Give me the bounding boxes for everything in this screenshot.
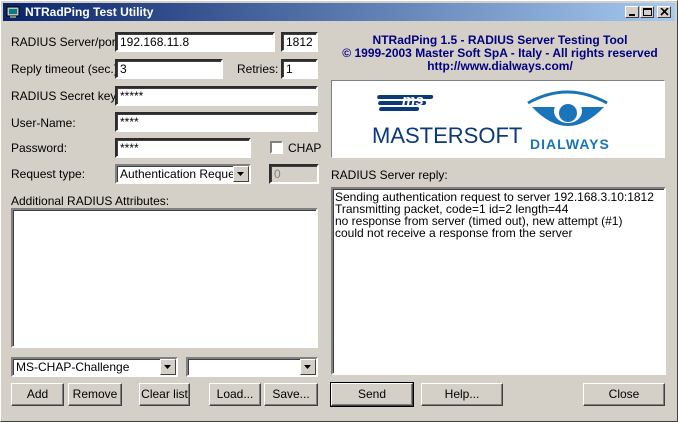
timeout-input[interactable]: 3 bbox=[115, 59, 223, 79]
app-icon bbox=[6, 6, 20, 18]
reply-label: RADIUS Server reply: bbox=[331, 168, 448, 182]
chevron-down-icon bbox=[164, 365, 171, 369]
request-type-dropdown-button[interactable] bbox=[233, 166, 249, 182]
request-type-label: Request type: bbox=[11, 167, 86, 181]
maximize-button[interactable] bbox=[640, 6, 654, 18]
retries-input[interactable]: 1 bbox=[281, 59, 318, 79]
ms-logo-text: ms bbox=[402, 92, 424, 109]
secret-label: RADIUS Secret key: bbox=[11, 89, 120, 103]
password-input[interactable]: **** bbox=[115, 138, 251, 158]
reply-output[interactable]: Sending authentication request to server… bbox=[331, 187, 666, 375]
attributes-list[interactable] bbox=[11, 208, 318, 348]
timeout-label: Reply timeout (sec.): bbox=[11, 62, 122, 76]
add-button[interactable]: Add bbox=[11, 383, 64, 406]
reply-line: could not receive a response from the se… bbox=[335, 226, 573, 240]
mastersoft-logo-text: MASTERSOFT bbox=[372, 123, 522, 148]
attribute-name-dropdown-button[interactable] bbox=[160, 359, 176, 375]
attribute-value-dropdown-button[interactable] bbox=[300, 359, 316, 375]
website-link[interactable]: http://www.dialways.com/ bbox=[331, 59, 669, 73]
close-button[interactable]: Close bbox=[583, 383, 665, 406]
dialways-logo-text: DIALWAYS bbox=[530, 136, 610, 152]
help-button[interactable]: Help... bbox=[421, 383, 503, 406]
attribute-name-value: MS-CHAP-Challenge bbox=[16, 360, 130, 374]
copyright-text: © 1999-2003 Master Soft SpA - Italy - Al… bbox=[342, 46, 658, 60]
request-type-value: Authentication Request bbox=[120, 167, 245, 181]
logo-panel: ms MASTERSOFT DIALWAYS bbox=[331, 80, 665, 158]
dialways-logo: DIALWAYS bbox=[527, 90, 610, 152]
mastersoft-dialways-logos: ms MASTERSOFT DIALWAYS bbox=[372, 90, 610, 152]
chap-label: CHAP bbox=[288, 141, 322, 155]
close-icon bbox=[660, 8, 669, 16]
remove-button[interactable]: Remove bbox=[68, 383, 122, 406]
port-input[interactable]: 1812 bbox=[281, 32, 318, 52]
save-button[interactable]: Save... bbox=[264, 383, 318, 406]
eye-icon bbox=[559, 104, 577, 122]
close-window-button[interactable] bbox=[657, 6, 671, 18]
secret-input[interactable]: ***** bbox=[115, 86, 318, 106]
attribute-name-select[interactable]: MS-CHAP-Challenge bbox=[11, 357, 178, 377]
main-window: NTRadPing Test Utility RADIUS Server/por… bbox=[0, 0, 678, 422]
minimize-button[interactable] bbox=[625, 6, 639, 18]
server-input[interactable]: 192.168.11.8 bbox=[115, 32, 275, 52]
request-count-input: 0 bbox=[269, 164, 319, 184]
retries-label: Retries: bbox=[237, 62, 279, 76]
request-type-select[interactable]: Authentication Request bbox=[115, 164, 251, 184]
chap-checkbox[interactable] bbox=[270, 141, 283, 154]
title-bar[interactable]: NTRadPing Test Utility bbox=[3, 3, 675, 21]
attributes-label: Additional RADIUS Attributes: bbox=[11, 194, 170, 208]
username-label: User-Name: bbox=[11, 116, 76, 130]
mastersoft-logo: ms MASTERSOFT bbox=[372, 92, 522, 148]
password-label: Password: bbox=[11, 141, 68, 155]
app-header-title: NTRadPing 1.5 - RADIUS Server Testing To… bbox=[372, 33, 628, 47]
maximize-icon bbox=[643, 8, 652, 16]
minimize-icon bbox=[629, 14, 635, 16]
load-button[interactable]: Load... bbox=[209, 383, 261, 406]
send-button[interactable]: Send bbox=[330, 382, 414, 407]
clear-list-button[interactable]: Clear list bbox=[139, 383, 190, 406]
server-label: RADIUS Server/port: bbox=[11, 35, 123, 49]
window-title: NTRadPing Test Utility bbox=[25, 5, 154, 19]
attribute-value-select[interactable] bbox=[186, 357, 318, 377]
chevron-down-icon bbox=[304, 365, 311, 369]
chevron-down-icon bbox=[237, 172, 244, 176]
username-input[interactable]: **** bbox=[115, 112, 318, 132]
